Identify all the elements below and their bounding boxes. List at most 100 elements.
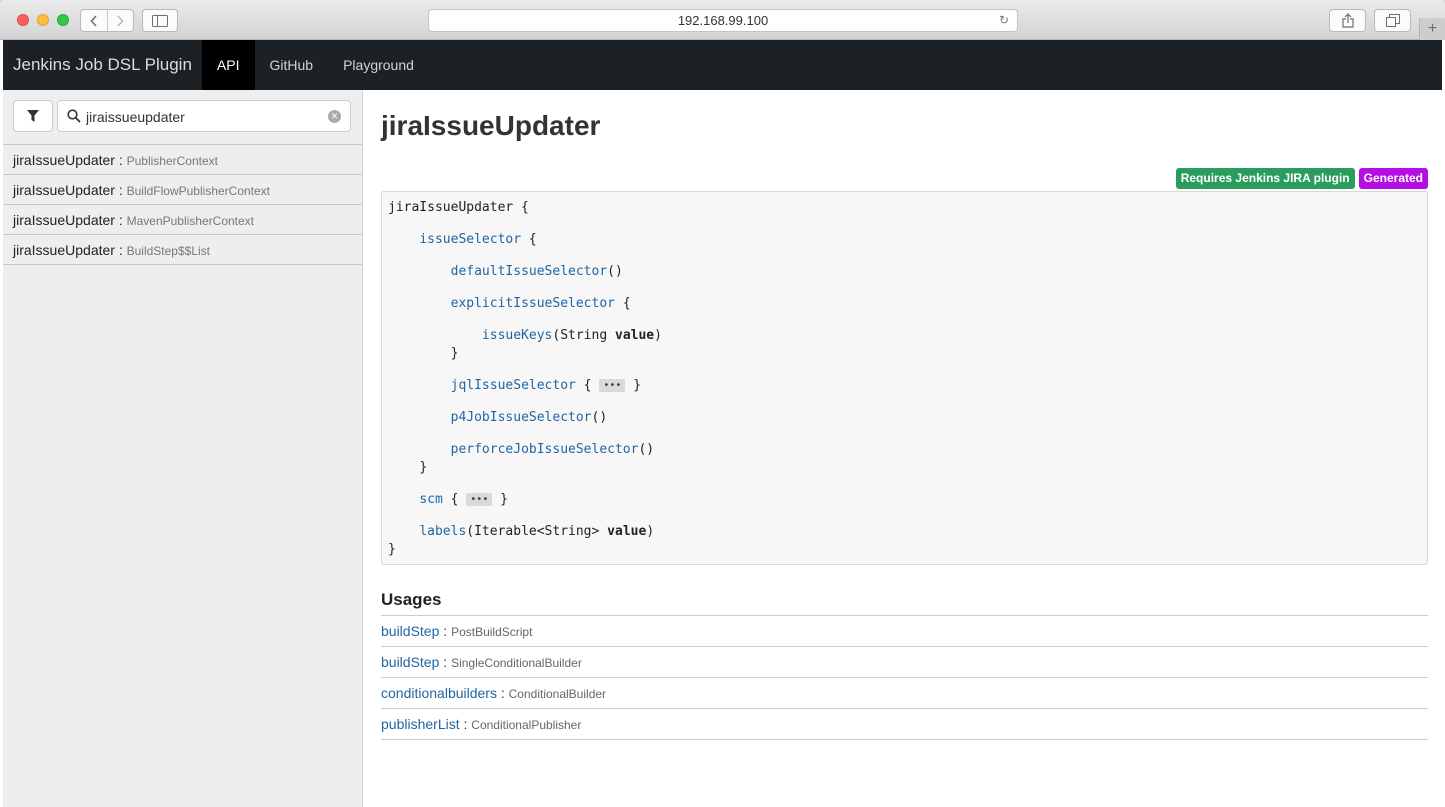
page-title: jiraIssueUpdater <box>381 110 601 141</box>
result-name: jiraIssueUpdater <box>13 212 115 228</box>
close-window-button[interactable] <box>17 14 29 26</box>
code-param: value <box>607 524 647 539</box>
usages-heading: Usages <box>381 590 1428 616</box>
code-line: } <box>388 542 1421 558</box>
method-defaultIssueSelector[interactable]: defaultIssueSelector <box>451 264 608 279</box>
code-brace: { <box>615 296 631 311</box>
code-line: scm { ••• } <box>388 492 1421 524</box>
result-sep: : <box>114 152 127 168</box>
filter-icon <box>27 109 39 122</box>
result-sep: : <box>114 182 127 198</box>
usages-list: buildStep : PostBuildScript buildStep : … <box>381 616 1428 740</box>
badge-row: Requires Jenkins JIRA plugin Generated <box>381 168 1428 189</box>
new-tab-button[interactable]: + <box>1419 18 1445 40</box>
minimize-window-button[interactable] <box>37 14 49 26</box>
main-content: jiraIssueUpdater Requires Jenkins JIRA p… <box>381 90 1428 740</box>
method-scm[interactable]: scm <box>419 492 442 507</box>
usage-context: PostBuildScript <box>451 625 533 639</box>
show-tabs-button[interactable] <box>1374 9 1411 32</box>
code-brace: { <box>521 232 537 247</box>
code-paren: ) <box>654 328 662 343</box>
code-line: p4JobIssueSelector() <box>388 410 1421 442</box>
url-text: 192.168.99.100 <box>677 13 769 28</box>
result-item[interactable]: jiraIssueUpdater : BuildStep$$List <box>3 235 362 265</box>
usage-context: ConditionalBuilder <box>508 687 607 701</box>
sidebar-icon <box>152 14 168 27</box>
code-param: value <box>615 328 655 343</box>
code-brace: { <box>442 492 459 507</box>
code-args: (Iterable<String> <box>466 524 608 539</box>
expand-button[interactable]: ••• <box>466 493 493 506</box>
usage-item: conditionalbuilders : ConditionalBuilder <box>381 678 1428 709</box>
code-line: defaultIssueSelector() <box>388 264 1421 296</box>
result-sep: : <box>114 242 127 258</box>
code-line: explicitIssueSelector { <box>388 296 1421 328</box>
reload-icon[interactable]: ↻ <box>999 13 1009 27</box>
usage-link[interactable]: conditionalbuilders <box>381 685 497 701</box>
result-name: jiraIssueUpdater <box>13 152 115 168</box>
code-brace: } <box>500 492 508 507</box>
code-line: jqlIssueSelector { ••• } <box>388 378 1421 410</box>
code-brace: } <box>388 542 396 557</box>
forward-button[interactable] <box>106 10 134 31</box>
code-line: issueKeys(String value) <box>388 328 1421 346</box>
chevron-left-icon <box>90 14 97 27</box>
method-jqlIssueSelector[interactable]: jqlIssueSelector <box>451 378 576 393</box>
result-context: PublisherContext <box>126 154 218 168</box>
code-line: } <box>388 346 1421 378</box>
nav-github[interactable]: GitHub <box>255 40 329 90</box>
show-sidebar-button[interactable] <box>142 9 178 32</box>
method-explicitIssueSelector[interactable]: explicitIssueSelector <box>451 296 615 311</box>
result-sep: : <box>114 212 127 228</box>
usage-link[interactable]: buildStep <box>381 654 439 670</box>
clear-icon[interactable]: ✕ <box>328 110 341 123</box>
nav-playground[interactable]: Playground <box>328 40 429 90</box>
method-p4JobIssueSelector[interactable]: p4JobIssueSelector <box>451 410 592 425</box>
usage-sep: : <box>439 654 452 670</box>
back-button[interactable] <box>81 10 107 31</box>
results-list: jiraIssueUpdater : PublisherContext jira… <box>3 144 362 265</box>
address-bar[interactable]: 192.168.99.100 ↻ <box>428 9 1018 32</box>
maximize-window-button[interactable] <box>57 14 69 26</box>
method-issueSelector[interactable]: issueSelector <box>419 232 521 247</box>
plugin-badge[interactable]: Requires Jenkins JIRA plugin <box>1175 168 1355 189</box>
code-line: labels(Iterable<String> value) <box>388 524 1421 542</box>
code-brace: { <box>575 378 592 393</box>
method-labels[interactable]: labels <box>419 524 466 539</box>
nav-api[interactable]: API <box>201 40 255 90</box>
usage-item: buildStep : SingleConditionalBuilder <box>381 647 1428 678</box>
code-parens: () <box>607 264 623 279</box>
code-brace: } <box>450 346 459 361</box>
code-brace: } <box>419 460 428 475</box>
usage-link[interactable]: publisherList <box>381 716 460 732</box>
usage-sep: : <box>496 685 509 701</box>
method-issueKeys[interactable]: issueKeys <box>482 328 552 343</box>
share-button[interactable] <box>1329 9 1366 32</box>
code-brace: } <box>633 378 642 393</box>
browser-window: 192.168.99.100 ↻ + Jenkins Job DSL Plugi… <box>0 0 1445 807</box>
result-item[interactable]: jiraIssueUpdater : BuildFlowPublisherCon… <box>3 175 362 205</box>
tabs-icon <box>1385 14 1400 27</box>
result-item[interactable]: jiraIssueUpdater : MavenPublisherContext <box>3 205 362 235</box>
code-line: jiraIssueUpdater { <box>388 200 1421 232</box>
method-perforceJobIssueSelector[interactable]: perforceJobIssueSelector <box>451 442 639 457</box>
usage-link[interactable]: buildStep <box>381 623 439 639</box>
result-item[interactable]: jiraIssueUpdater : PublisherContext <box>3 145 362 175</box>
generated-badge: Generated <box>1358 168 1428 189</box>
top-navbar: Jenkins Job DSL Plugin API GitHub Playgr… <box>3 40 1442 90</box>
share-icon <box>1341 13 1354 28</box>
code-parens: () <box>638 442 655 457</box>
search-input[interactable] <box>86 107 322 127</box>
usage-context: SingleConditionalBuilder <box>451 656 582 670</box>
brand-link[interactable]: Jenkins Job DSL Plugin <box>3 40 202 90</box>
filter-button[interactable] <box>13 100 53 132</box>
plus-icon: + <box>1427 20 1438 37</box>
usage-context: ConditionalPublisher <box>471 718 582 732</box>
code-line: perforceJobIssueSelector() <box>388 442 1421 460</box>
usage-sep: : <box>459 716 472 732</box>
usage-sep: : <box>439 623 452 639</box>
history-buttons <box>80 9 134 32</box>
code-root: jiraIssueUpdater <box>388 200 514 215</box>
expand-button[interactable]: ••• <box>599 379 626 392</box>
code-brace: { <box>513 200 529 215</box>
